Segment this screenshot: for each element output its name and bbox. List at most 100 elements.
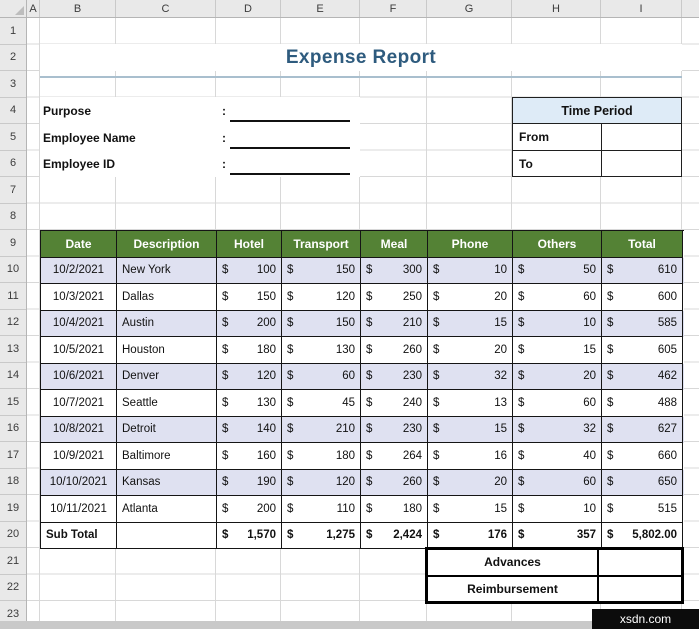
cell-hotel[interactable]: $120 xyxy=(217,363,282,390)
employee-id-input-line[interactable] xyxy=(230,153,350,175)
cell-total[interactable]: $600 xyxy=(602,284,683,311)
cell-transport[interactable]: $130 xyxy=(282,337,361,364)
row-header[interactable]: 15 xyxy=(0,389,26,416)
row-header[interactable]: 6 xyxy=(0,151,26,177)
subtotal-phone[interactable]: $176 xyxy=(428,522,513,549)
subtotal-hotel[interactable]: $1,570 xyxy=(217,522,282,549)
cell-date[interactable]: 10/5/2021 xyxy=(41,337,117,364)
cell-others[interactable]: $32 xyxy=(513,416,602,443)
cell-phone[interactable]: $20 xyxy=(428,337,513,364)
header-cell-hotel[interactable]: Hotel xyxy=(217,231,282,258)
advances-label[interactable]: Advances xyxy=(428,550,599,575)
row-header[interactable]: 22 xyxy=(0,575,26,601)
column-header[interactable]: E xyxy=(281,0,360,17)
subtotal-transport[interactable]: $1,275 xyxy=(282,522,361,549)
cell-hotel[interactable]: $140 xyxy=(217,416,282,443)
cell-meal[interactable]: $240 xyxy=(361,390,428,417)
cell-date[interactable]: 10/8/2021 xyxy=(41,416,117,443)
cell-others[interactable]: $60 xyxy=(513,284,602,311)
to-label[interactable]: To xyxy=(513,151,602,176)
cell-date[interactable]: 10/2/2021 xyxy=(41,257,117,284)
cell-total[interactable]: $627 xyxy=(602,416,683,443)
row-header[interactable]: 2 xyxy=(0,45,26,71)
cell-meal[interactable]: $260 xyxy=(361,337,428,364)
subtotal-empty-cell[interactable] xyxy=(117,522,217,549)
cell-meal[interactable]: $230 xyxy=(361,363,428,390)
cell-description[interactable]: Denver xyxy=(117,363,217,390)
cell-date[interactable]: 10/11/2021 xyxy=(41,496,117,523)
cell-total[interactable]: $585 xyxy=(602,310,683,337)
cell-transport[interactable]: $150 xyxy=(282,257,361,284)
header-cell-date[interactable]: Date xyxy=(41,231,117,258)
column-header[interactable]: A xyxy=(27,0,40,17)
time-period-header[interactable]: Time Period xyxy=(513,98,681,124)
cell-others[interactable]: $60 xyxy=(513,390,602,417)
header-cell-others[interactable]: Others xyxy=(513,231,602,258)
cell-transport[interactable]: $120 xyxy=(282,284,361,311)
cell-hotel[interactable]: $200 xyxy=(217,496,282,523)
row-header[interactable]: 21 xyxy=(0,548,26,575)
column-header[interactable]: I xyxy=(601,0,682,17)
cell-others[interactable]: $60 xyxy=(513,469,602,496)
cell-hotel[interactable]: $130 xyxy=(217,390,282,417)
cell-hotel[interactable]: $200 xyxy=(217,310,282,337)
header-cell-transport[interactable]: Transport xyxy=(282,231,361,258)
cell-meal[interactable]: $264 xyxy=(361,443,428,470)
cell-hotel[interactable]: $160 xyxy=(217,443,282,470)
cell-others[interactable]: $10 xyxy=(513,496,602,523)
cell-phone[interactable]: $20 xyxy=(428,469,513,496)
cell-others[interactable]: $40 xyxy=(513,443,602,470)
cell-transport[interactable]: $210 xyxy=(282,416,361,443)
cell-total[interactable]: $610 xyxy=(602,257,683,284)
column-header[interactable]: F xyxy=(360,0,427,17)
cell-total[interactable]: $462 xyxy=(602,363,683,390)
row-header[interactable]: 9 xyxy=(0,230,26,257)
cell-description[interactable]: Atlanta xyxy=(117,496,217,523)
cell-meal[interactable]: $210 xyxy=(361,310,428,337)
cell-phone[interactable]: $15 xyxy=(428,496,513,523)
cell-total[interactable]: $605 xyxy=(602,337,683,364)
cell-others[interactable]: $10 xyxy=(513,310,602,337)
cell-phone[interactable]: $13 xyxy=(428,390,513,417)
to-value-cell[interactable] xyxy=(602,151,681,176)
subtotal-others[interactable]: $357 xyxy=(513,522,602,549)
cell-description[interactable]: Baltimore xyxy=(117,443,217,470)
employee-name-label[interactable]: Employee Name xyxy=(40,131,222,145)
row-header[interactable]: 11 xyxy=(0,283,26,310)
row-header[interactable]: 19 xyxy=(0,495,26,522)
cell-phone[interactable]: $10 xyxy=(428,257,513,284)
row-header[interactable]: 7 xyxy=(0,177,26,204)
purpose-input-line[interactable] xyxy=(230,100,350,122)
purpose-label[interactable]: Purpose xyxy=(40,104,222,118)
cell-meal[interactable]: $230 xyxy=(361,416,428,443)
column-header[interactable]: D xyxy=(216,0,281,17)
row-header[interactable]: 20 xyxy=(0,522,26,548)
cell-description[interactable]: Houston xyxy=(117,337,217,364)
cell-hotel[interactable]: $150 xyxy=(217,284,282,311)
cell-transport[interactable]: $180 xyxy=(282,443,361,470)
cell-meal[interactable]: $300 xyxy=(361,257,428,284)
cell-date[interactable]: 10/3/2021 xyxy=(41,284,117,311)
subtotal-label[interactable]: Sub Total xyxy=(41,522,117,549)
row-header[interactable]: 10 xyxy=(0,257,26,283)
column-header[interactable]: C xyxy=(116,0,216,17)
cell-total[interactable]: $660 xyxy=(602,443,683,470)
cell-transport[interactable]: $60 xyxy=(282,363,361,390)
row-header[interactable]: 18 xyxy=(0,469,26,495)
cell-date[interactable]: 10/6/2021 xyxy=(41,363,117,390)
column-header[interactable]: B xyxy=(40,0,116,17)
cell-others[interactable]: $15 xyxy=(513,337,602,364)
cell-transport[interactable]: $45 xyxy=(282,390,361,417)
subtotal-meal[interactable]: $2,424 xyxy=(361,522,428,549)
cell-description[interactable]: Dallas xyxy=(117,284,217,311)
row-header[interactable]: 13 xyxy=(0,336,26,363)
cell-total[interactable]: $515 xyxy=(602,496,683,523)
row-header[interactable]: 5 xyxy=(0,124,26,151)
cell-total[interactable]: $650 xyxy=(602,469,683,496)
cell-description[interactable]: Detroit xyxy=(117,416,217,443)
cell-phone[interactable]: $16 xyxy=(428,443,513,470)
from-value-cell[interactable] xyxy=(602,124,681,150)
cell-hotel[interactable]: $100 xyxy=(217,257,282,284)
cell-description[interactable]: New York xyxy=(117,257,217,284)
subtotal-total[interactable]: $5,802.00 xyxy=(602,522,683,549)
